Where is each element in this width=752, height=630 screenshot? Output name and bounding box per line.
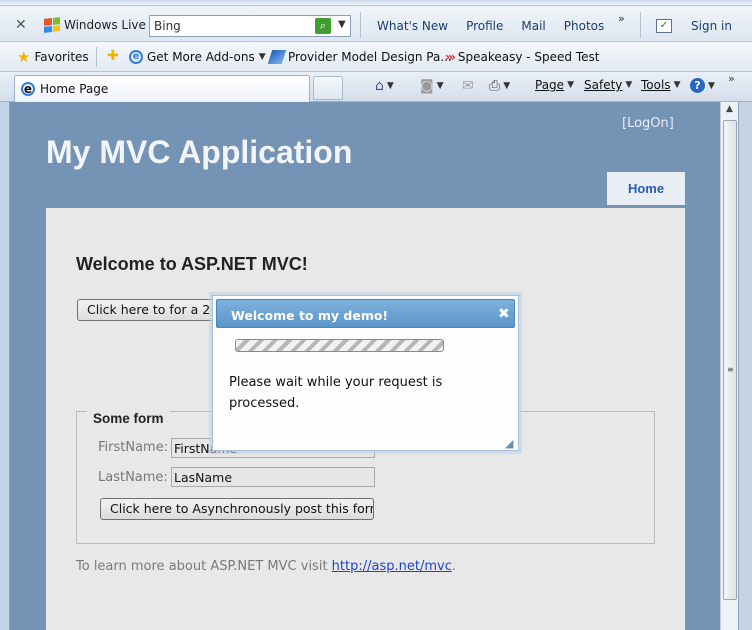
chevron-down-icon: ▼	[567, 80, 574, 90]
page-menu-label: Page	[535, 78, 565, 92]
chevron-down-icon: ▼	[386, 81, 394, 91]
close-toolbar-icon[interactable]: ✕	[15, 17, 27, 33]
ie-icon: e	[21, 82, 35, 96]
mail-icon: ✉	[462, 78, 474, 94]
home-button[interactable]: ⌂ ▼	[375, 78, 394, 94]
scroll-up-icon[interactable]: ▲	[721, 104, 738, 118]
resize-grip-icon[interactable]: ◢	[505, 437, 513, 450]
window-frame-left	[0, 102, 10, 630]
checkbox-icon[interactable]: ✓	[656, 19, 672, 33]
lastname-input[interactable]	[171, 467, 375, 487]
async-post-button[interactable]: Click here to Asynchronously post this f…	[100, 498, 374, 520]
favorite-label: Provider Model Design Pa...	[288, 50, 452, 64]
site-title: My MVC Application	[46, 134, 353, 170]
safety-menu[interactable]: Safety ▼	[584, 78, 632, 92]
new-tab-button[interactable]	[313, 76, 343, 100]
chevron-down-icon: ▼	[625, 80, 633, 90]
print-button[interactable]: ⎙ ▼	[489, 78, 510, 94]
divider	[640, 12, 641, 38]
tab-home-page[interactable]: e Home Page	[14, 75, 310, 102]
favorite-get-more-addons[interactable]: e Get More Add-ons ▼	[129, 50, 266, 64]
live-search-input[interactable]	[150, 16, 310, 36]
rss-icon: ◙	[420, 78, 434, 94]
live-links: What's New Profile Mail Photos	[377, 19, 604, 33]
favorites-bar: ★ Favorites ✚ e Get More Add-ons ▼ Provi…	[0, 42, 752, 72]
sign-in-link[interactable]: Sign in	[691, 19, 732, 33]
home-icon: ⌂	[375, 78, 384, 94]
favorites-button[interactable]: ★ Favorites	[17, 48, 89, 66]
grip-icon: ≡	[727, 365, 734, 374]
chevron-down-icon: ▼	[436, 81, 444, 91]
help-icon: ?	[690, 78, 705, 93]
safety-menu-label: Safety	[584, 78, 623, 92]
ie-icon: e	[129, 50, 143, 64]
learn-end: .	[451, 559, 456, 574]
favorites-label: Favorites	[34, 50, 89, 64]
aspnet-mvc-link[interactable]: http://asp.net/mvc	[332, 559, 452, 574]
divider	[96, 47, 97, 67]
tab-command-bar: e Home Page ⌂ ▼ ◙ ▼ ✉ ⎙ ▼ Page ▼ Safety …	[0, 72, 752, 102]
welcome-heading: Welcome to ASP.NET MVC!	[76, 254, 308, 274]
favorite-provider-model[interactable]: Provider Model Design Pa...	[267, 50, 452, 64]
mail-button[interactable]: ✉	[462, 78, 474, 94]
dialog-titlebar[interactable]: Welcome to my demo! ✖	[216, 299, 515, 328]
tools-menu[interactable]: Tools ▼	[641, 78, 680, 92]
firstname-label: FirstName:	[98, 440, 169, 455]
link-whats-new[interactable]: What's New	[377, 19, 448, 33]
add-favorite-button[interactable]: ✚	[107, 48, 119, 64]
live-search-box: ⌕ ▼	[149, 15, 351, 37]
favorite-speakeasy[interactable]: ››› Speakeasy - Speed Test	[445, 50, 599, 64]
learn-more-text: To learn more about ASP.NET MVC visit ht…	[76, 559, 456, 574]
tools-menu-label: Tools	[641, 78, 671, 92]
chevron-down-icon: ▼	[673, 80, 681, 90]
divider	[360, 12, 361, 38]
chevron-down-icon: ▼	[503, 81, 511, 91]
add-star-icon: ✚	[107, 48, 119, 64]
progress-bar	[235, 339, 444, 352]
tab-title: Home Page	[40, 82, 109, 96]
printer-icon: ⎙	[489, 78, 501, 94]
close-icon[interactable]: ✖	[498, 306, 510, 322]
windows-live-toolbar: ✕ Windows Live ⌕ ▼ What's New Profile Ma…	[0, 0, 752, 42]
dialog-message: Please wait while your request is proces…	[229, 375, 443, 411]
link-photos[interactable]: Photos	[564, 19, 604, 33]
windows-live-label: Windows Live	[64, 18, 146, 32]
dialog-title: Welcome to my demo!	[231, 308, 389, 323]
chevron-down-icon[interactable]: ▼	[338, 19, 346, 30]
link-profile[interactable]: Profile	[466, 19, 503, 33]
link-mail[interactable]: Mail	[521, 19, 545, 33]
windows-flag-icon	[44, 17, 60, 33]
help-button[interactable]: ? ▼	[690, 78, 715, 93]
page-icon	[267, 50, 287, 64]
speakeasy-arrows-icon: ›››	[445, 50, 456, 64]
vertical-scrollbar[interactable]: ▲ ≡	[720, 102, 738, 630]
lastname-label: LastName:	[98, 470, 168, 485]
feeds-button[interactable]: ◙ ▼	[420, 78, 444, 94]
chevron-more-icon[interactable]: »	[618, 12, 625, 25]
menu-home[interactable]: Home	[607, 172, 685, 205]
chevron-more-icon[interactable]: »	[728, 72, 735, 85]
search-icon[interactable]: ⌕	[315, 18, 331, 34]
scroll-thumb[interactable]: ≡	[723, 120, 737, 600]
window-frame-right	[738, 102, 752, 630]
chevron-down-icon: ▼	[258, 52, 266, 62]
windows-live-logo[interactable]: Windows Live	[44, 17, 146, 33]
learn-text: To learn more about ASP.NET MVC visit	[76, 559, 332, 574]
window-top-strip	[0, 0, 752, 6]
favorite-label: Get More Add-ons	[147, 50, 255, 64]
page-menu[interactable]: Page ▼	[535, 78, 574, 92]
logon-link[interactable]: [LogOn]	[622, 116, 674, 131]
favorite-label: Speakeasy - Speed Test	[457, 50, 600, 64]
demo-dialog: Welcome to my demo! ✖ Please wait while …	[212, 295, 519, 451]
star-icon: ★	[17, 48, 31, 66]
form-legend: Some form	[87, 411, 170, 426]
chevron-down-icon: ▼	[708, 80, 715, 91]
